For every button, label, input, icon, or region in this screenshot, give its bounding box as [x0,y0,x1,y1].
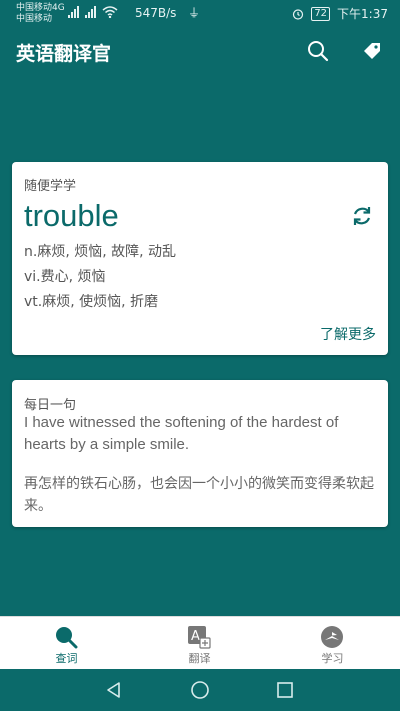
definition-vt: vt.麻烦, 使烦恼, 折磨 [24,294,159,310]
nav-item-translate[interactable]: A 翻译 [133,617,266,669]
nav-item-study[interactable]: 学习 [266,617,399,669]
clock: 下午1:37 [337,7,388,21]
app-bar: 英语翻译官 [0,27,400,77]
bottom-nav: 查词 A 翻译 学习 [0,616,400,669]
search-icon[interactable] [306,39,330,63]
svg-text:A: A [191,629,200,644]
nav-item-lookup[interactable]: 查词 [0,617,133,669]
refresh-icon[interactable] [350,204,374,228]
wifi-icon [102,6,118,18]
home-icon[interactable] [190,680,210,700]
usb-icon: ⏚ [188,6,201,20]
app-title: 英语翻译官 [16,43,112,65]
battery-indicator: 72 [311,6,331,21]
word-card-label: 随便学学 [24,179,77,194]
word-card: 随便学学 trouble n.麻烦, 烦恼, 故障, 动乱 vi.费心, 烦恼 … [12,162,388,355]
word-title: trouble [24,198,119,233]
nav-label-translate: 翻译 [188,652,211,665]
daily-translation: 再怎样的铁石心肠，也会因一个小小的微笑而变得柔软起来。 [24,476,374,514]
definition-noun: n.麻烦, 烦恼, 故障, 动乱 [24,244,177,260]
back-icon[interactable] [104,680,124,700]
definition-vi: vi.费心, 烦恼 [24,269,106,285]
daily-sentence-card: 每日一句 I have witnessed the softening of t… [12,380,388,527]
carrier-line-1: 中国移动4G [16,3,65,13]
carrier-info: 中国移动4G 中国移动 [16,3,65,25]
carrier-line-2: 中国移动 [16,14,53,24]
signal-icons [68,6,118,18]
definition-list: n.麻烦, 烦恼, 故障, 动乱 vi.费心, 烦恼 vt.麻烦, 使烦恼, 折… [24,240,176,315]
daily-card-label: 每日一句 [24,398,77,413]
learn-more-link[interactable]: 了解更多 [320,324,376,344]
daily-sentence: I have witnessed the softening of the ha… [24,414,339,453]
signal-icon-2 [85,6,96,18]
alarm-icon [293,8,304,20]
tag-icon[interactable] [360,39,384,63]
search-icon [56,627,78,649]
study-icon [321,626,343,648]
network-speed: 547B/s [135,6,177,20]
nav-label-study: 学习 [321,652,344,665]
nav-label-lookup: 查词 [55,652,78,665]
system-nav-bar [0,669,400,711]
translate-icon: A [188,626,211,649]
signal-icon [68,6,79,18]
status-bar: 中国移动4G 中国移动 547B/s ⏚ 72 下午1:37 [0,0,400,27]
recents-icon[interactable] [275,680,295,700]
status-right: 72 下午1:37 [292,5,388,22]
